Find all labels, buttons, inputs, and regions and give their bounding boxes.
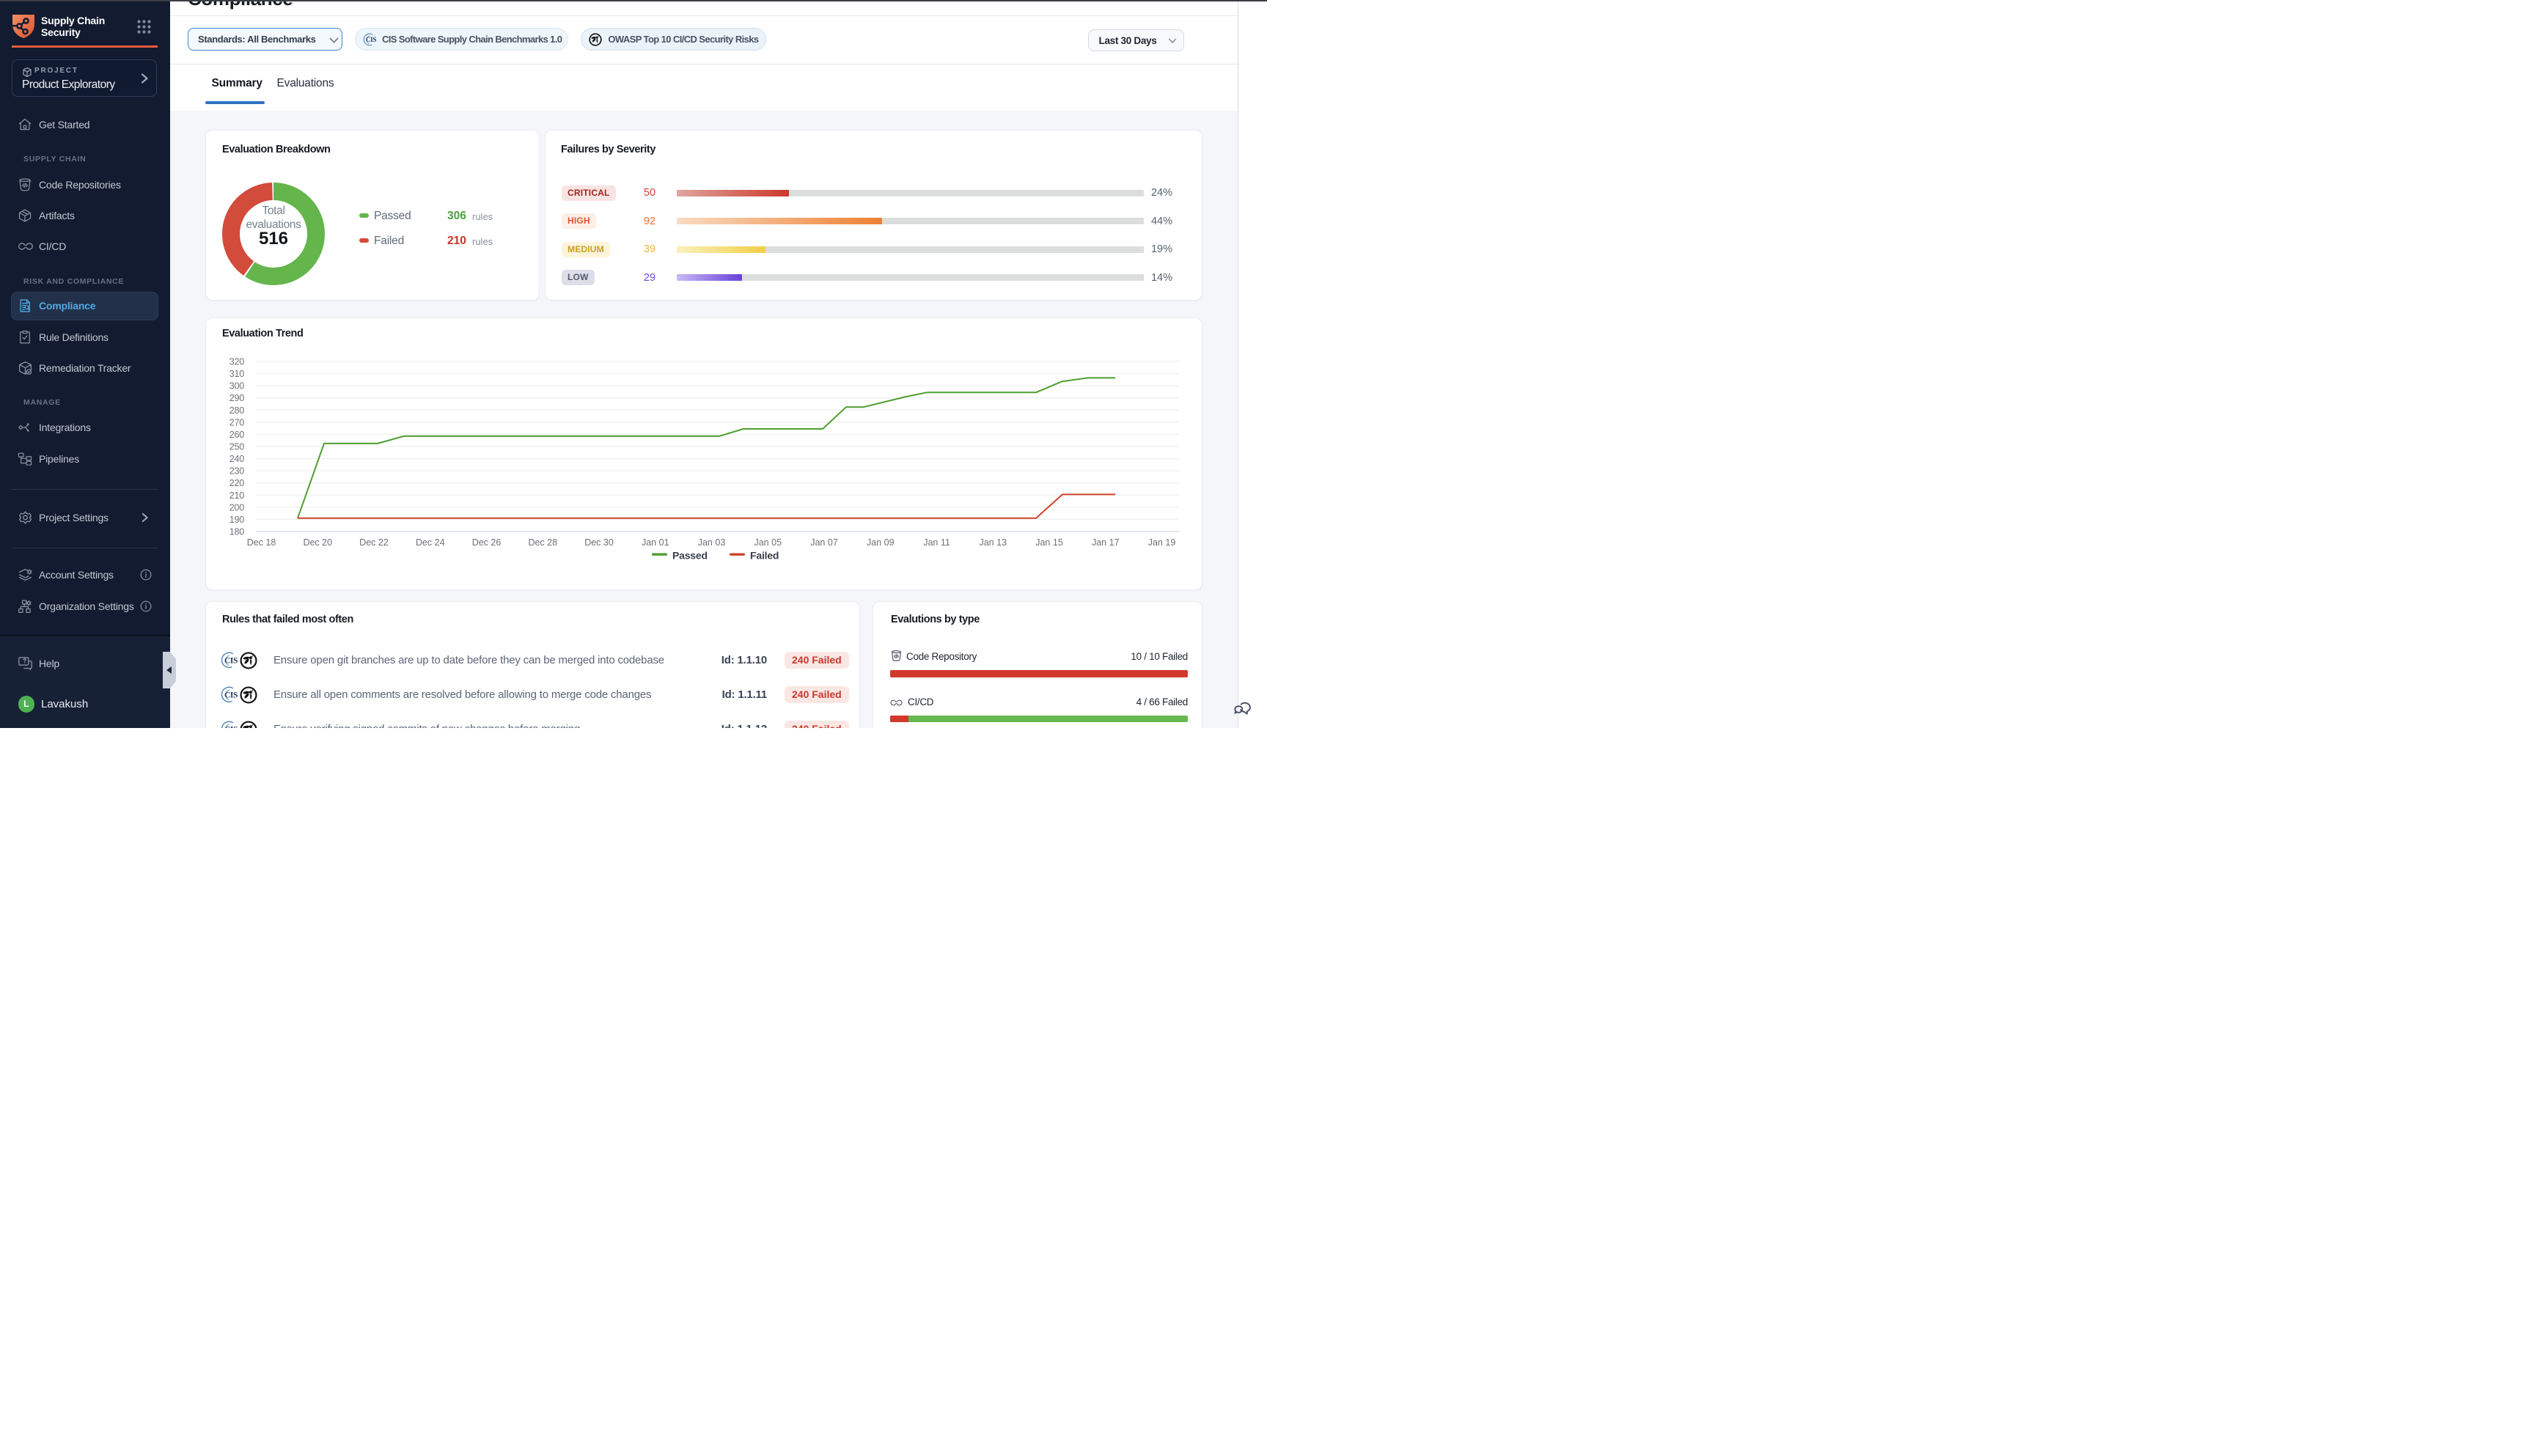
svg-text:270: 270 bbox=[229, 417, 245, 427]
svg-text:Jan 03: Jan 03 bbox=[698, 537, 726, 548]
svg-text:Failed: Failed bbox=[750, 550, 779, 562]
svg-text:320: 320 bbox=[229, 357, 245, 367]
svg-text:Total: Total bbox=[262, 205, 284, 217]
svg-text:Jan 05: Jan 05 bbox=[754, 537, 782, 548]
svg-text:Jan 17: Jan 17 bbox=[1092, 537, 1120, 548]
svg-text:Passed: Passed bbox=[672, 550, 708, 562]
svg-text:Jan 19: Jan 19 bbox=[1148, 537, 1176, 548]
svg-text:Dec 22: Dec 22 bbox=[359, 537, 389, 548]
svg-text:Jan 01: Jan 01 bbox=[642, 537, 669, 548]
svg-text:230: 230 bbox=[229, 466, 245, 477]
svg-text:250: 250 bbox=[229, 442, 245, 452]
svg-text:Jan 09: Jan 09 bbox=[867, 537, 895, 548]
svg-text:200: 200 bbox=[229, 502, 245, 512]
svg-text:180: 180 bbox=[229, 527, 245, 537]
svg-text:Jan 11: Jan 11 bbox=[923, 537, 950, 548]
svg-text:280: 280 bbox=[229, 405, 245, 416]
svg-text:220: 220 bbox=[229, 478, 245, 488]
svg-text:190: 190 bbox=[229, 515, 245, 525]
svg-text:290: 290 bbox=[229, 393, 245, 403]
svg-text:300: 300 bbox=[229, 381, 245, 391]
svg-text:240: 240 bbox=[229, 454, 245, 464]
svg-text:210: 210 bbox=[229, 490, 245, 501]
svg-text:516: 516 bbox=[258, 229, 287, 249]
svg-text:Jan 15: Jan 15 bbox=[1035, 537, 1063, 548]
svg-text:Dec 26: Dec 26 bbox=[472, 537, 502, 548]
svg-text:Jan 13: Jan 13 bbox=[979, 537, 1007, 548]
svg-text:Dec 28: Dec 28 bbox=[528, 537, 557, 548]
svg-text:Dec 18: Dec 18 bbox=[247, 537, 276, 548]
svg-text:260: 260 bbox=[229, 430, 245, 440]
svg-text:Dec 24: Dec 24 bbox=[416, 537, 445, 548]
svg-text:Dec 20: Dec 20 bbox=[303, 537, 332, 548]
svg-text:310: 310 bbox=[229, 369, 245, 379]
svg-text:Jan 07: Jan 07 bbox=[810, 537, 838, 548]
svg-text:Dec 30: Dec 30 bbox=[584, 537, 614, 548]
